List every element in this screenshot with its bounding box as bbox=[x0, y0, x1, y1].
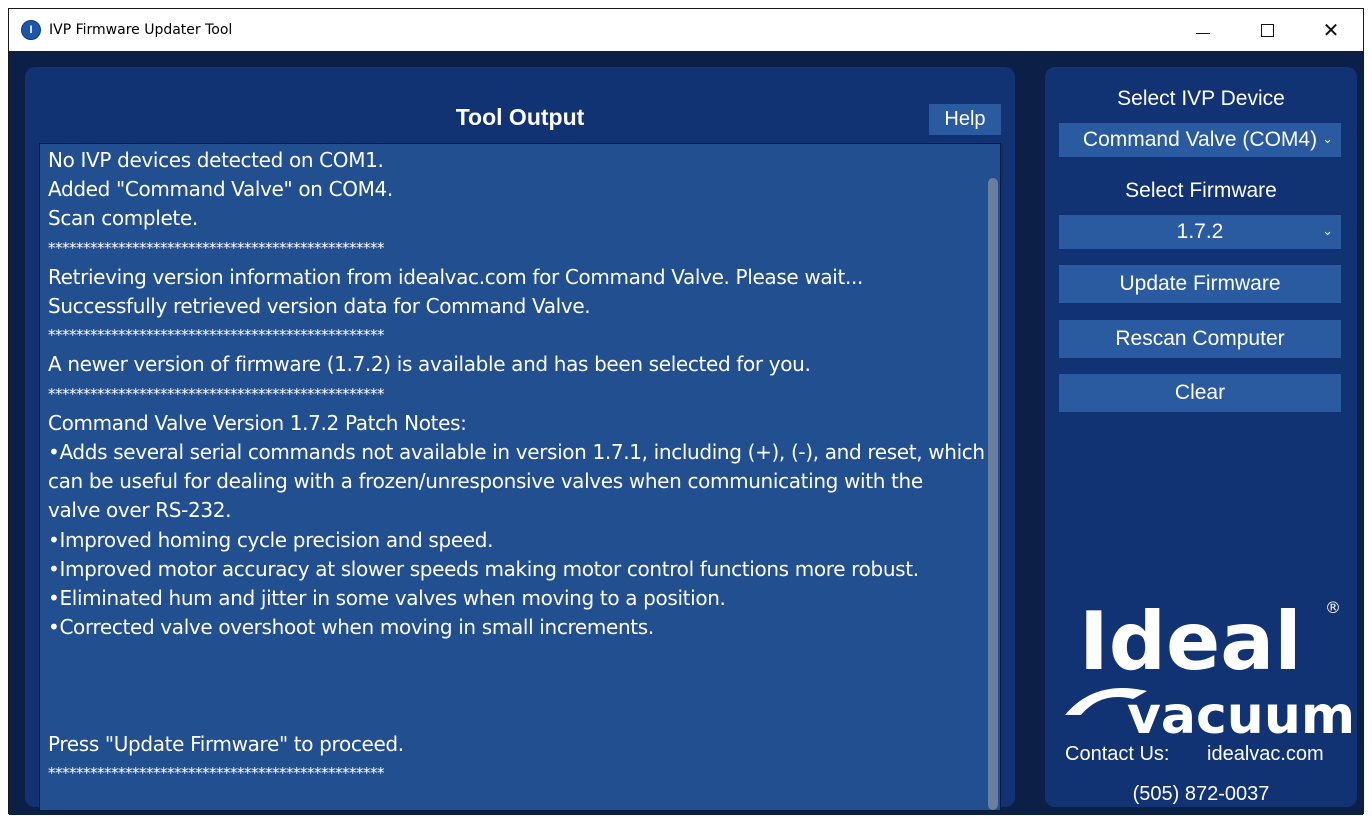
output-textbox[interactable]: No IVP devices detected on COM1. Added "C… bbox=[39, 143, 1001, 811]
rescan-computer-button[interactable]: Rescan Computer bbox=[1059, 320, 1341, 358]
logo-word-top: Ideal bbox=[1079, 595, 1302, 688]
website-link[interactable]: idealvac.com bbox=[1207, 743, 1324, 766]
tool-output-panel: Tool Output Help No IVP devices detected… bbox=[25, 67, 1015, 811]
firmware-select[interactable]: 1.7.2 ⌄ bbox=[1059, 215, 1341, 249]
maximize-icon bbox=[1260, 23, 1274, 37]
output-line: Retrieving version information from idea… bbox=[48, 264, 863, 289]
output-line: No IVP devices detected on COM1. bbox=[48, 148, 384, 172]
window-controls: ✕ bbox=[1171, 9, 1363, 51]
output-line: •Improved homing cycle precision and spe… bbox=[48, 527, 494, 552]
firmware-select-value: 1.7.2 bbox=[1176, 220, 1224, 243]
output-line: •Eliminated hum and jitter in some valve… bbox=[48, 586, 726, 611]
close-button[interactable]: ✕ bbox=[1299, 9, 1363, 51]
window-title: IVP Firmware Updater Tool bbox=[49, 22, 233, 38]
select-device-label: Select IVP Device bbox=[1117, 87, 1285, 110]
phone-number: (505) 872-0037 bbox=[1132, 783, 1270, 805]
output-line: Successfully retrieved version data for … bbox=[48, 294, 591, 319]
clear-button[interactable]: Clear bbox=[1059, 374, 1341, 412]
update-firmware-button[interactable]: Update Firmware bbox=[1059, 265, 1341, 303]
tool-output-title: Tool Output bbox=[455, 104, 585, 130]
ivp-app-icon: I bbox=[21, 20, 41, 40]
maximize-button[interactable] bbox=[1235, 9, 1299, 51]
output-line: A newer version of firmware (1.7.2) is a… bbox=[48, 352, 811, 377]
output-line: •Corrected valve overshoot when moving i… bbox=[48, 615, 654, 640]
output-line: Scan complete. bbox=[48, 206, 198, 231]
app-window: I IVP Firmware Updater Tool ✕ Tool Outpu… bbox=[8, 8, 1364, 815]
output-separator-line: ****************************************… bbox=[48, 384, 385, 403]
registered-mark: ® bbox=[1325, 598, 1341, 617]
device-select[interactable]: Command Valve (COM4) ⌄ bbox=[1059, 123, 1341, 157]
output-line: •Adds several serial commands not availa… bbox=[48, 440, 985, 465]
control-panel: Select IVP Device Command Valve (COM4) ⌄… bbox=[1045, 67, 1357, 807]
output-separator-line: ****************************************… bbox=[48, 238, 385, 257]
contact-label: Contact Us: bbox=[1065, 743, 1170, 765]
help-button[interactable]: Help bbox=[929, 104, 1001, 135]
output-separator-line: ****************************************… bbox=[48, 326, 385, 345]
output-line: Added "Command Valve" on COM4. bbox=[48, 177, 393, 202]
output-lines: No IVP devices detected on COM1. Added "C… bbox=[48, 146, 985, 788]
minimize-button[interactable] bbox=[1171, 9, 1235, 51]
close-icon: ✕ bbox=[1322, 19, 1340, 42]
device-select-value: Command Valve (COM4) bbox=[1082, 128, 1318, 151]
output-separator-line: ****************************************… bbox=[48, 764, 385, 783]
chevron-down-icon: ⌄ bbox=[1322, 223, 1333, 238]
output-line: valve over RS-232. bbox=[48, 498, 232, 523]
output-line: •Improved motor accuracy at slower speed… bbox=[48, 556, 919, 581]
output-line: Press "Update Firmware" to proceed. bbox=[48, 732, 404, 757]
ideal-vacuum-logo: Ideal ® vacuum bbox=[1065, 595, 1355, 737]
output-line: Command Valve Version 1.7.2 Patch Notes: bbox=[48, 410, 467, 435]
output-line: can be useful for dealing with a frozen/… bbox=[48, 469, 923, 494]
logo-word-bottom: vacuum bbox=[1127, 686, 1355, 737]
app-content: Tool Output Help No IVP devices detected… bbox=[9, 51, 1363, 815]
chevron-down-icon: ⌄ bbox=[1322, 131, 1333, 146]
select-firmware-label: Select Firmware bbox=[1125, 179, 1277, 202]
minimize-icon bbox=[1196, 32, 1210, 34]
output-scrollbar[interactable] bbox=[988, 178, 998, 810]
title-bar: I IVP Firmware Updater Tool ✕ bbox=[9, 9, 1363, 51]
